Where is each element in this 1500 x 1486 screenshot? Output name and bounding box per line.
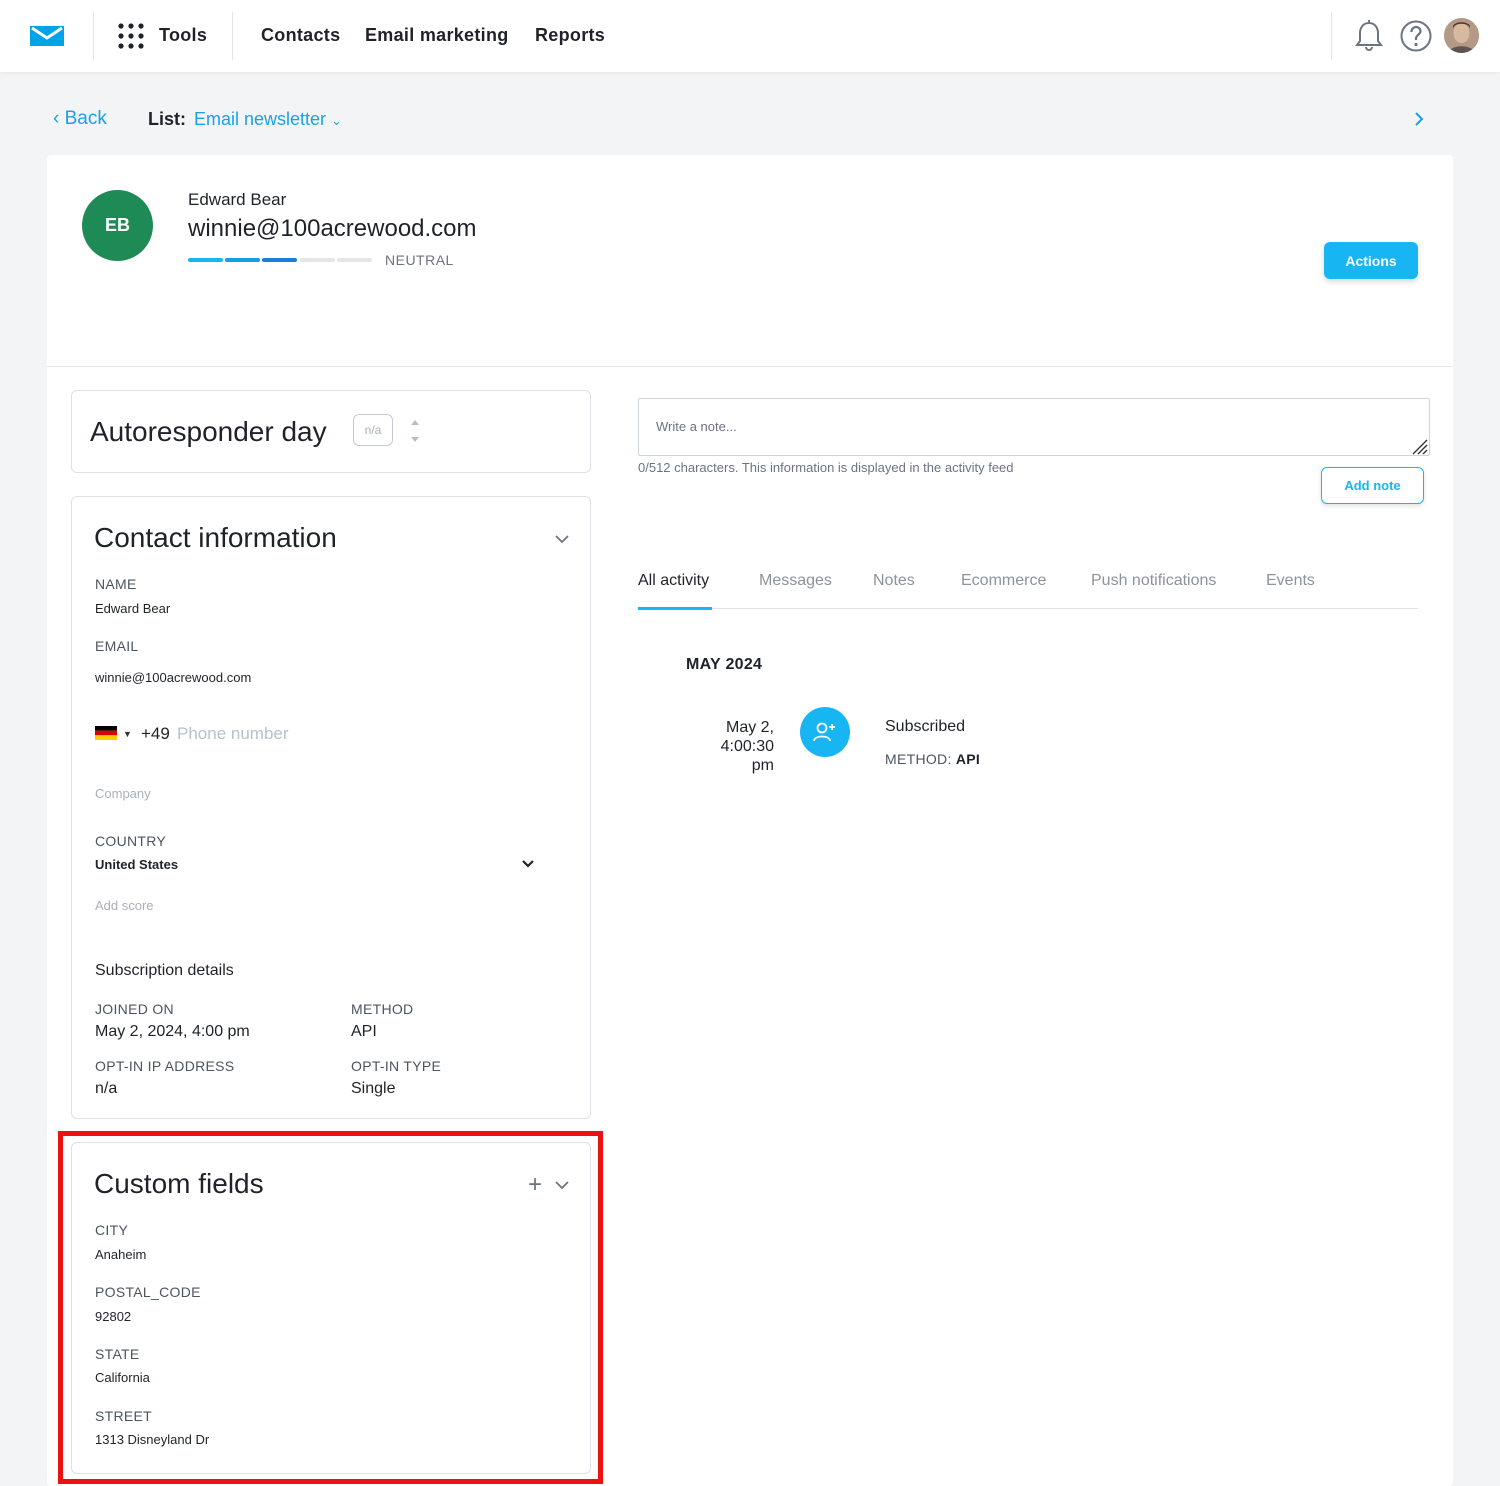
- day-stepper-icon[interactable]: [409, 417, 421, 445]
- back-link[interactable]: ‹ Back: [53, 108, 107, 130]
- user-add-icon: [800, 707, 850, 757]
- company-field[interactable]: Company: [95, 786, 151, 801]
- optin-type-value: Single: [351, 1080, 396, 1097]
- note-textarea[interactable]: [638, 398, 1430, 456]
- nav-divider: [1331, 12, 1332, 60]
- add-note-button[interactable]: Add note: [1321, 467, 1424, 504]
- chevron-left-icon: ‹: [53, 108, 65, 129]
- actions-button[interactable]: Actions: [1324, 242, 1418, 279]
- nav-email-marketing[interactable]: Email marketing: [365, 25, 509, 46]
- activity-date: May 2, 4:00:30 pm: [720, 719, 774, 774]
- country-label: COUNTRY: [95, 833, 167, 849]
- tab-all-activity[interactable]: All activity: [638, 572, 709, 590]
- contact-name: Edward Bear: [188, 190, 287, 209]
- user-avatar[interactable]: [1444, 18, 1479, 53]
- name-label: NAME: [95, 576, 137, 592]
- email-label: EMAIL: [95, 638, 139, 654]
- logo-envelope-icon[interactable]: [28, 24, 66, 48]
- country-select[interactable]: United States: [95, 857, 178, 872]
- list-selector[interactable]: Email newsletter ⌄: [194, 109, 342, 130]
- phone-country-code: +49: [141, 724, 170, 743]
- highlight-box: [58, 1131, 603, 1484]
- note-help-text: 0/512 characters. This information is di…: [638, 460, 1014, 475]
- chevron-down-icon[interactable]: [521, 859, 535, 869]
- tab-ecommerce[interactable]: Ecommerce: [961, 572, 1046, 590]
- optin-ip-value: n/a: [95, 1080, 118, 1097]
- name-value[interactable]: Edward Bear: [95, 601, 170, 616]
- nav-divider: [232, 12, 233, 60]
- autoresponder-day-field[interactable]: n/a: [353, 414, 393, 446]
- tab-notes[interactable]: Notes: [873, 572, 915, 590]
- engagement-label: NEUTRAL: [385, 252, 454, 268]
- germany-flag-icon[interactable]: [95, 726, 117, 740]
- autoresponder-day-value: n/a: [364, 423, 382, 437]
- joined-on-value: May 2, 2024, 4:00 pm: [95, 1023, 250, 1040]
- chevron-down-icon[interactable]: [554, 534, 570, 544]
- joined-on-label: JOINED ON: [95, 1001, 174, 1017]
- top-navigation: Tools Contacts Email marketing Reports: [0, 0, 1500, 72]
- activity-meta: METHOD: API: [885, 751, 980, 767]
- list-label: List:: [148, 109, 186, 129]
- engagement-segment: [337, 258, 372, 262]
- active-tab-indicator: [638, 607, 712, 610]
- optin-ip-label: OPT-IN IP ADDRESS: [95, 1058, 235, 1074]
- engagement-segment: [188, 258, 223, 262]
- nav-contacts[interactable]: Contacts: [261, 25, 340, 46]
- tab-events[interactable]: Events: [1266, 572, 1315, 590]
- back-label: Back: [64, 108, 107, 129]
- phone-number-input[interactable]: [177, 721, 427, 747]
- header-divider: [47, 366, 1453, 367]
- help-icon[interactable]: [1399, 19, 1433, 53]
- tab-push-notifications[interactable]: Push notifications: [1091, 572, 1216, 590]
- method-label: METHOD: [351, 1001, 414, 1017]
- activity-title: Subscribed: [885, 718, 966, 735]
- caret-down-icon[interactable]: ▼: [123, 729, 132, 739]
- activity-month-heading: MAY 2024: [686, 656, 763, 673]
- add-score-field[interactable]: Add score: [95, 898, 154, 913]
- apps-grid-icon[interactable]: [118, 23, 144, 49]
- engagement-segment: [262, 258, 297, 262]
- nav-reports[interactable]: Reports: [535, 25, 605, 46]
- nav-divider: [93, 12, 94, 60]
- engagement-segment: [300, 258, 335, 262]
- tab-messages[interactable]: Messages: [759, 572, 832, 590]
- bell-icon[interactable]: [1352, 19, 1386, 53]
- list-name: Email newsletter: [194, 109, 327, 129]
- activity-meta-value: API: [955, 751, 981, 767]
- chevron-down-icon: ⌄: [331, 113, 342, 128]
- contact-email: winnie@100acrewood.com: [188, 215, 477, 242]
- contact-information-title: Contact information: [94, 522, 337, 553]
- activity-meta-label: METHOD:: [885, 751, 952, 767]
- autoresponder-title: Autoresponder day: [90, 416, 327, 447]
- optin-type-label: OPT-IN TYPE: [351, 1058, 442, 1074]
- engagement-segment: [225, 258, 260, 262]
- nav-tools[interactable]: Tools: [159, 25, 207, 46]
- chevron-right-icon[interactable]: [1411, 110, 1427, 128]
- method-value: API: [351, 1023, 377, 1040]
- contact-initials-avatar: EB: [82, 190, 153, 261]
- tabs-divider: [638, 608, 1418, 609]
- subscription-details-title: Subscription details: [95, 962, 234, 979]
- resize-handle-icon[interactable]: [1410, 437, 1428, 455]
- email-value[interactable]: winnie@100acrewood.com: [95, 670, 251, 685]
